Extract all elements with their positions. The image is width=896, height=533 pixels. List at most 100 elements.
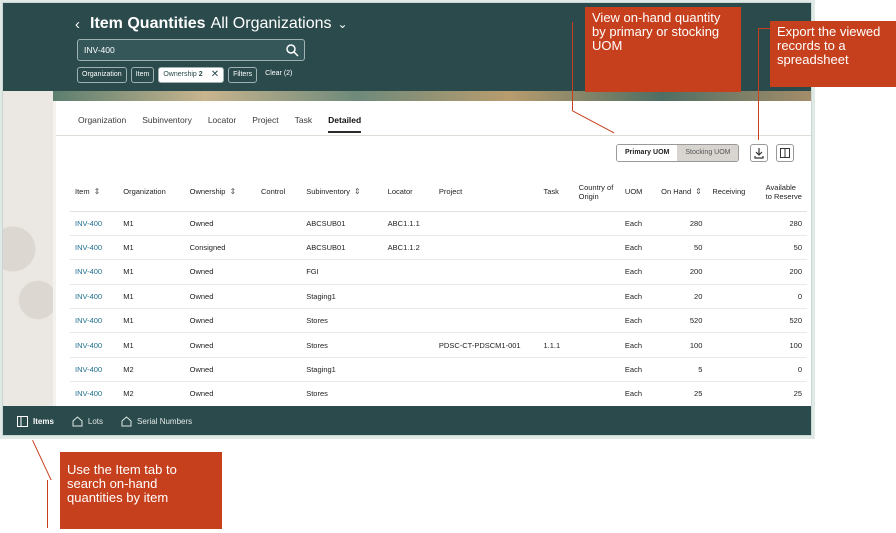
table-row[interactable]: INV-400 M2 Owned Stores Each 25 25: [70, 381, 807, 407]
chip-item[interactable]: Item: [130, 67, 155, 83]
table-cell: M1: [118, 259, 185, 285]
table-cell: 200: [760, 259, 807, 285]
table-cell: [573, 284, 620, 310]
table-cell[interactable]: INV-400: [70, 381, 119, 407]
table-cell: M2: [118, 381, 185, 407]
tab-locator[interactable]: Locator: [208, 115, 236, 133]
chip-organization[interactable]: Organization: [77, 67, 127, 83]
table-cell: M1: [118, 332, 185, 358]
chip-ownership[interactable]: Ownership 2 ✕: [158, 67, 225, 83]
table-cell: [433, 357, 539, 383]
table-cell: [255, 211, 302, 236]
primary-uom-button[interactable]: Primary UOM: [617, 145, 678, 161]
table-cell[interactable]: INV-400: [70, 235, 119, 261]
table-cell: 100: [656, 332, 708, 358]
callout-items: Use the Item tab to search on-hand quant…: [60, 452, 222, 529]
items-panel-icon: [17, 416, 28, 427]
callout-line-export: [758, 28, 759, 140]
table-cell: [255, 284, 302, 310]
table-cell: [255, 332, 302, 358]
table-cell: [538, 259, 574, 285]
export-button[interactable]: [750, 144, 768, 162]
decorative-pattern: [3, 181, 53, 351]
table-cell[interactable]: INV-400: [70, 259, 119, 285]
table-cell: FGI: [301, 259, 383, 285]
table-cell: M2: [118, 357, 185, 383]
callout-line-items-diagonal: [32, 440, 52, 481]
table-cell: 50: [656, 235, 708, 261]
table-cell: [433, 284, 539, 310]
table-cell: [538, 211, 574, 236]
sort-icon[interactable]: ⇕: [229, 187, 236, 196]
table-cell: 280: [760, 211, 807, 236]
table-cell: [433, 381, 539, 407]
table-cell: Stores: [301, 381, 383, 407]
chevron-down-icon[interactable]: ⌄: [338, 17, 348, 31]
table-cell: ABCSUB01: [301, 235, 383, 261]
table-cell[interactable]: INV-400: [70, 357, 119, 383]
table-cell: [382, 308, 434, 334]
tab-project[interactable]: Project: [252, 115, 278, 133]
table-header-row: Item ⇕ Organization Ownership ⇕ Control Su…: [70, 173, 807, 212]
filter-chips: Organization Item Ownership 2 ✕ Filters …: [77, 67, 296, 83]
bottom-tab-items-label: Items: [33, 417, 54, 426]
columns-button[interactable]: [776, 144, 794, 162]
clear-filters-button[interactable]: Clear (2): [261, 67, 296, 83]
table-cell: ABC1.1.2: [382, 235, 434, 261]
search-input[interactable]: INV-400: [77, 39, 305, 61]
sort-icon[interactable]: ⇕: [354, 187, 361, 196]
bottom-nav: Items Lots Serial Numbers: [3, 406, 811, 435]
table-cell: ABC1.1.1: [382, 211, 434, 236]
table-cell: Stores: [301, 332, 383, 358]
table-cell[interactable]: INV-400: [70, 308, 119, 334]
tab-detailed[interactable]: Detailed: [328, 115, 362, 133]
table-cell: [538, 308, 574, 334]
table-cell: 520: [656, 308, 708, 334]
organization-selector[interactable]: All Organizations: [211, 15, 332, 33]
sort-icon[interactable]: ⇕: [695, 187, 702, 196]
table-cell: Each: [619, 211, 657, 236]
bottom-tab-items[interactable]: Items: [17, 416, 54, 427]
tab-organization[interactable]: Organization: [78, 115, 126, 133]
bottom-tab-lots[interactable]: Lots: [72, 416, 103, 427]
close-icon[interactable]: ✕: [211, 68, 219, 82]
title-bar: ‹ Item Quantities All Organizations ⌄: [75, 15, 348, 33]
table-cell: [573, 308, 620, 334]
table-row[interactable]: INV-400 M1 Owned Staging1 Each 20 0: [70, 284, 807, 310]
table-cell: [255, 235, 302, 261]
table-cell: Each: [619, 259, 657, 285]
table-row[interactable]: INV-400 M1 Consigned ABCSUB01 ABC1.1.2 Each 50…: [70, 235, 807, 261]
chip-filters[interactable]: Filters: [228, 67, 258, 83]
tab-task[interactable]: Task: [295, 115, 312, 133]
table-cell: 20: [656, 284, 708, 310]
search-icon[interactable]: [285, 43, 299, 57]
callout-line-uom: [572, 22, 573, 110]
table-cell: [433, 211, 539, 236]
table-cell[interactable]: INV-400: [70, 284, 119, 310]
table-row[interactable]: INV-400 M1 Owned Stores Each 520 520: [70, 308, 807, 334]
bottom-tab-serial-numbers[interactable]: Serial Numbers: [121, 416, 192, 427]
table-cell: [538, 284, 574, 310]
col-ownership[interactable]: Ownership ⇕: [184, 173, 256, 212]
col-on-hand[interactable]: On Hand ⇕: [656, 173, 708, 212]
stocking-uom-button[interactable]: Stocking UOM: [677, 145, 739, 161]
col-subinventory[interactable]: Subinventory ⇕: [301, 173, 383, 212]
table-cell: [707, 235, 761, 261]
table-row[interactable]: INV-400 M1 Owned Stores PDSC-CT-PDSCM1-001 1.…: [70, 332, 807, 358]
table-cell: 520: [760, 308, 807, 334]
table-cell: [538, 357, 574, 383]
back-icon[interactable]: ‹: [75, 16, 80, 33]
table-cell: Stores: [301, 308, 383, 334]
table-row[interactable]: INV-400 M1 Owned ABCSUB01 ABC1.1.1 Each 280 280: [70, 211, 807, 236]
table-row[interactable]: INV-400 M1 Owned FGI Each 200 200: [70, 259, 807, 285]
col-task: Task: [538, 173, 574, 212]
tab-subinventory[interactable]: Subinventory: [142, 115, 192, 133]
sort-icon[interactable]: ⇕: [94, 187, 101, 196]
col-country-of-origin: Country of Origin: [573, 173, 620, 212]
table-cell: [707, 357, 761, 383]
col-item[interactable]: Item ⇕: [70, 173, 119, 212]
table-row[interactable]: INV-400 M2 Owned Staging1 Each 5 0: [70, 357, 807, 383]
uom-toggle: Primary UOM Stocking UOM: [616, 144, 740, 162]
table-cell[interactable]: INV-400: [70, 332, 119, 358]
table-cell[interactable]: INV-400: [70, 211, 119, 236]
